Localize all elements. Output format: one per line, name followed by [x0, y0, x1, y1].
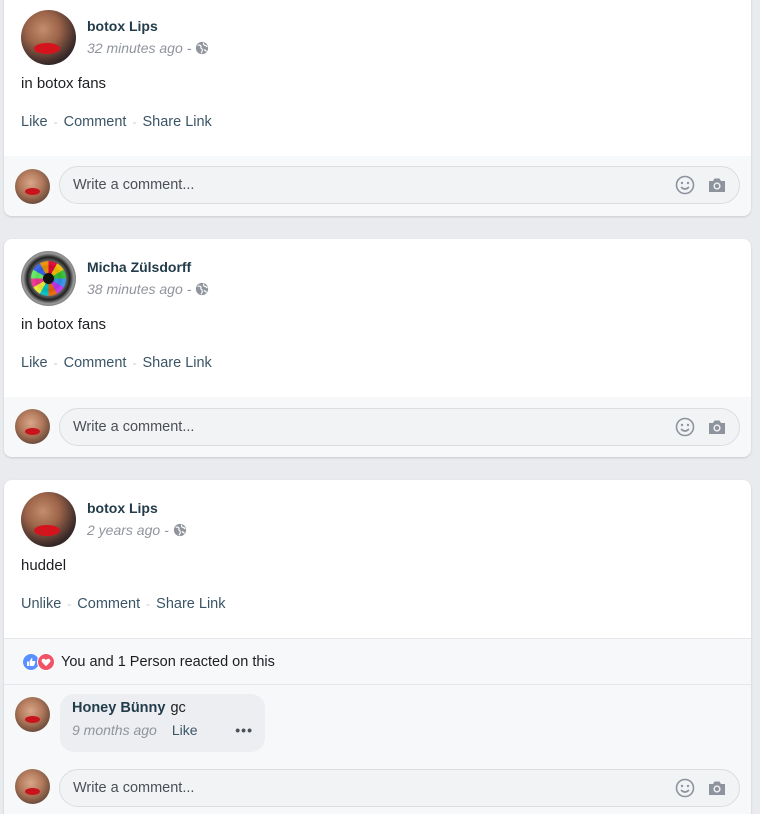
comments-area: Honey Bünny gc 9 months ago Like ••• Writ…	[4, 685, 751, 814]
post-meta: 32 minutes ago -	[87, 40, 209, 56]
comment-bubble: Honey Bünny gc 9 months ago Like •••	[60, 694, 265, 752]
post-header: botox Lips 32 minutes ago -	[4, 9, 751, 65]
post-author[interactable]: botox Lips	[87, 18, 209, 34]
camera-icon[interactable]	[707, 417, 727, 437]
globe-icon[interactable]	[173, 523, 187, 537]
smiley-icon[interactable]	[675, 175, 695, 195]
current-user-avatar	[15, 169, 50, 204]
action-separator: -	[53, 356, 58, 370]
post-actions: Like - Comment - Share Link	[4, 114, 751, 130]
post-meta: 2 years ago -	[87, 522, 187, 538]
more-options-icon[interactable]: •••	[235, 722, 253, 738]
smiley-icon[interactable]	[675, 778, 695, 798]
comment-input[interactable]: Write a comment...	[59, 166, 740, 204]
reaction-icons	[22, 652, 55, 671]
current-user-avatar	[15, 409, 50, 444]
share-link-button[interactable]: Share Link	[142, 114, 211, 130]
author-avatar[interactable]	[21, 491, 76, 547]
author-avatar[interactable]	[21, 250, 76, 306]
comment-button[interactable]: Comment	[64, 114, 127, 130]
like-button[interactable]: Like	[21, 355, 48, 371]
reactions-text: You and 1 Person reacted on this	[61, 653, 275, 670]
like-button[interactable]: Like	[21, 114, 48, 130]
author-avatar[interactable]	[21, 9, 76, 65]
meta-separator: -	[186, 40, 192, 56]
comment-composer: Write a comment...	[4, 397, 751, 457]
love-reaction-icon	[37, 652, 55, 671]
post-header: botox Lips 2 years ago -	[4, 491, 751, 547]
post-meta: 38 minutes ago -	[87, 281, 209, 297]
globe-icon[interactable]	[195, 41, 209, 55]
comment-placeholder: Write a comment...	[73, 780, 195, 796]
comment-text: gc	[170, 700, 186, 716]
post-time[interactable]: 32 minutes ago	[87, 40, 183, 56]
comment-placeholder: Write a comment...	[73, 177, 195, 193]
action-separator: -	[53, 115, 58, 129]
reactions-summary[interactable]: You and 1 Person reacted on this	[4, 638, 751, 685]
comment-like-button[interactable]: Like	[172, 722, 198, 738]
post-time[interactable]: 2 years ago	[87, 522, 160, 538]
post-card: botox Lips 32 minutes ago - in botox fan…	[4, 0, 751, 216]
comment-time[interactable]: 9 months ago	[72, 722, 157, 738]
camera-icon[interactable]	[707, 175, 727, 195]
camera-icon[interactable]	[707, 778, 727, 798]
comment-button[interactable]: Comment	[77, 596, 140, 612]
smiley-icon[interactable]	[675, 417, 695, 437]
action-separator: -	[67, 597, 72, 611]
share-link-button[interactable]: Share Link	[156, 596, 225, 612]
post-actions: Unlike - Comment - Share Link	[4, 596, 751, 612]
post-card: Micha Zülsdorff 38 minutes ago - in boto…	[4, 239, 751, 457]
post-header: Micha Zülsdorff 38 minutes ago -	[4, 250, 751, 306]
post-author[interactable]: Micha Zülsdorff	[87, 259, 209, 275]
comment-placeholder: Write a comment...	[73, 419, 195, 435]
post-actions: Like - Comment - Share Link	[4, 355, 751, 371]
post-author[interactable]: botox Lips	[87, 500, 187, 516]
post-card: botox Lips 2 years ago - huddel Unlike -…	[4, 480, 751, 814]
meta-separator: -	[164, 522, 169, 538]
current-user-avatar	[15, 769, 50, 804]
post-text: huddel	[21, 557, 67, 574]
unlike-button[interactable]: Unlike	[21, 596, 61, 612]
action-separator: -	[132, 115, 137, 129]
comment-input[interactable]: Write a comment...	[59, 769, 740, 807]
post-time[interactable]: 38 minutes ago	[87, 281, 183, 297]
comment-author[interactable]: Honey Bünny	[72, 700, 165, 716]
action-separator: -	[146, 597, 151, 611]
commenter-avatar[interactable]	[15, 697, 50, 732]
post-text: in botox fans	[21, 75, 107, 92]
comment-input[interactable]: Write a comment...	[59, 408, 740, 446]
globe-icon[interactable]	[195, 282, 209, 296]
comment-button[interactable]: Comment	[64, 355, 127, 371]
meta-separator: -	[186, 281, 192, 297]
share-link-button[interactable]: Share Link	[142, 355, 211, 371]
post-text: in botox fans	[21, 316, 107, 333]
action-separator: -	[132, 356, 137, 370]
comment-composer: Write a comment...	[4, 156, 751, 216]
